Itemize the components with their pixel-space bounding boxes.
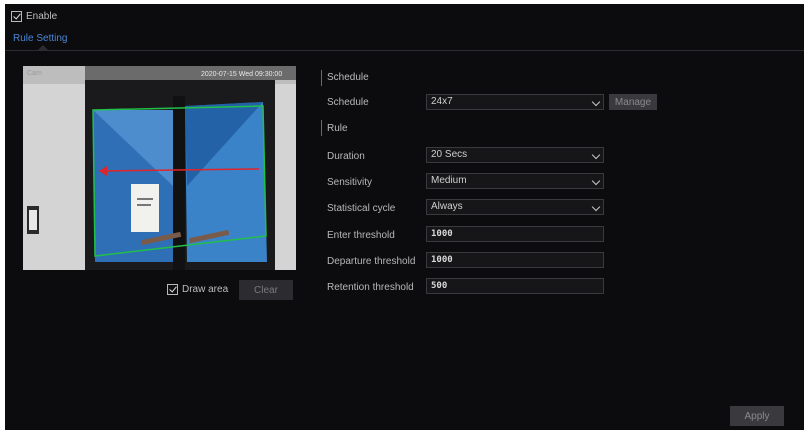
camera-scene: 2020-07-15 Wed 09:30:00 Cam bbox=[23, 66, 296, 270]
tab-active-caret-icon bbox=[37, 45, 49, 51]
schedule-section-bar bbox=[321, 70, 322, 86]
chevron-down-icon bbox=[591, 176, 601, 186]
statistical-cycle-label: Statistical cycle bbox=[327, 203, 396, 214]
duration-label: Duration bbox=[327, 151, 365, 162]
schedule-value: 24x7 bbox=[431, 96, 453, 107]
departure-threshold-input[interactable]: 1000 bbox=[426, 252, 604, 268]
camera-preview[interactable]: 2020-07-15 Wed 09:30:00 Cam bbox=[23, 66, 296, 270]
settings-window: Enable Rule Setting 2020-07-15 Wed 09:30… bbox=[5, 4, 804, 430]
schedule-label: Schedule bbox=[327, 97, 369, 108]
enter-threshold-input[interactable]: 1000 bbox=[426, 226, 604, 242]
retention-threshold-label: Retention threshold bbox=[327, 282, 414, 293]
manage-button[interactable]: Manage bbox=[609, 94, 657, 110]
enter-threshold-label: Enter threshold bbox=[327, 230, 395, 241]
schedule-section-title: Schedule bbox=[327, 72, 369, 83]
rule-section-bar bbox=[321, 120, 322, 136]
retention-threshold-input[interactable]: 500 bbox=[426, 278, 604, 294]
draw-area-row[interactable]: Draw area bbox=[167, 284, 228, 295]
draw-area-checkbox[interactable] bbox=[167, 284, 178, 295]
video-overlay-text: 2020-07-15 Wed 09:30:00 bbox=[201, 71, 282, 78]
statistical-cycle-value: Always bbox=[431, 201, 463, 212]
draw-area-label: Draw area bbox=[182, 284, 229, 295]
apply-button[interactable]: Apply bbox=[730, 406, 784, 426]
statistical-cycle-select[interactable]: Always bbox=[426, 199, 604, 215]
sensitivity-label: Sensitivity bbox=[327, 177, 373, 188]
enable-label: Enable bbox=[26, 10, 58, 22]
chevron-down-icon bbox=[591, 150, 601, 160]
tab-divider bbox=[5, 50, 804, 51]
schedule-select[interactable]: 24x7 bbox=[426, 94, 604, 110]
video-corner-label: Cam bbox=[27, 70, 42, 77]
clear-button[interactable]: Clear bbox=[239, 280, 293, 300]
rule-section-title: Rule bbox=[327, 123, 348, 134]
chevron-down-icon bbox=[591, 202, 601, 212]
duration-select[interactable]: 20 Secs bbox=[426, 147, 604, 163]
enable-row[interactable]: Enable bbox=[11, 8, 57, 24]
tab-rule-setting[interactable]: Rule Setting bbox=[13, 33, 67, 44]
departure-threshold-label: Departure threshold bbox=[327, 256, 416, 267]
duration-value: 20 Secs bbox=[431, 149, 468, 160]
chevron-down-icon bbox=[591, 97, 601, 107]
sensitivity-select[interactable]: Medium bbox=[426, 173, 604, 189]
sensitivity-value: Medium bbox=[431, 175, 467, 186]
enable-checkbox[interactable] bbox=[11, 10, 22, 22]
